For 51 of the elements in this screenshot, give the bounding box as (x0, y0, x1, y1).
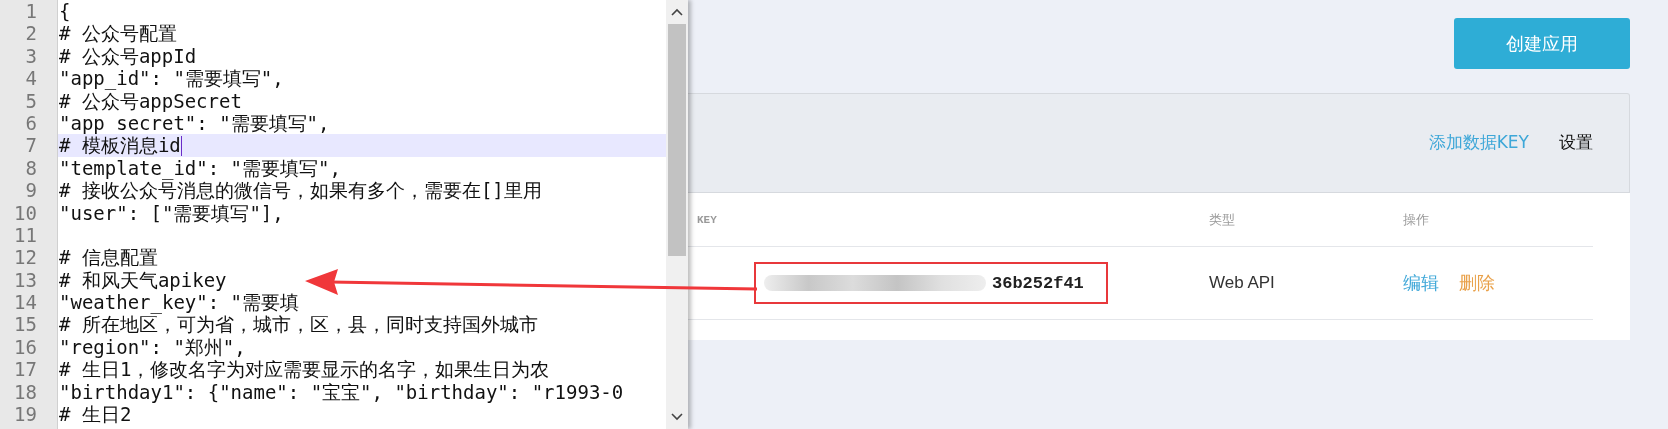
settings-link[interactable]: 设置 (1559, 131, 1593, 154)
code-line: # 公众号appSecret (59, 89, 242, 112)
scrollbar[interactable] (666, 0, 688, 429)
line-number: 2 (24, 22, 38, 45)
line-number: 9 (24, 179, 38, 202)
line-number: 15 (13, 313, 38, 336)
scroll-up-icon[interactable] (671, 8, 683, 16)
code-line: "birthday1": {"name": "宝宝", "birthday": "r1993-0 (59, 380, 624, 404)
line-number: 8 (24, 156, 38, 180)
create-app-button[interactable]: 创建应用 (1454, 18, 1630, 69)
line-number: 7 (24, 134, 38, 157)
code-line: "app_id": "需要填写", (59, 67, 284, 90)
code-line: # 所在地区，可为省，城市，区，县，同时支持国外城市 (59, 313, 538, 336)
code-line: "user": ["需要填写"], (59, 201, 284, 224)
code-line: # 和风天气apikey (59, 268, 227, 292)
code-line: # 模板消息id (59, 134, 181, 157)
scroll-down-icon[interactable] (671, 413, 683, 421)
text-cursor (180, 135, 182, 156)
column-header: KEY (696, 213, 718, 226)
line-number: 17 (13, 358, 38, 381)
edit-link[interactable]: 编辑 (1403, 271, 1439, 295)
code-line: "template_id": "需要填写", (59, 156, 341, 180)
key-text: 36b252f41 (992, 273, 1084, 293)
column-header: 操作 (1403, 210, 1430, 229)
line-number: 18 (13, 380, 38, 404)
code-line: # 信息配置 (59, 246, 158, 269)
line-number: 4 (24, 67, 38, 90)
code-line: { (59, 0, 71, 23)
code-line: # 接收公众号消息的微信号，如果有多个，需要在[]里用 (59, 179, 542, 202)
code-line: "app_secret": "需要填写", (59, 111, 330, 135)
line-number: 16 (13, 335, 38, 359)
code-line: # 公众号appId (59, 44, 197, 68)
line-number: 10 (13, 201, 38, 224)
code-line: # 生日1，修改名字为对应需要显示的名字，如果生日为农 (59, 358, 550, 381)
line-number: 14 (13, 291, 38, 314)
line-number: 3 (24, 44, 38, 68)
code-line: # 生日2 (59, 403, 132, 426)
line-number: 1 (24, 0, 38, 23)
line-number: 5 (24, 89, 38, 112)
table-cell-text: Web API (1209, 273, 1276, 293)
add-key-link[interactable]: 添加数据KEY (1428, 131, 1529, 154)
line-number: 11 (13, 223, 38, 247)
code-line: # 公众号配置 (59, 22, 177, 45)
code-line: "weather_key": "需要填 (59, 291, 300, 314)
column-header: 类型 (1209, 210, 1236, 229)
line-number: 12 (13, 246, 38, 269)
line-number: 13 (13, 268, 38, 292)
line-number: 6 (24, 111, 38, 135)
delete-link[interactable]: 删除 (1459, 271, 1495, 295)
code-line: "region": "郑州", (59, 335, 246, 359)
line-number: 19 (13, 403, 38, 426)
